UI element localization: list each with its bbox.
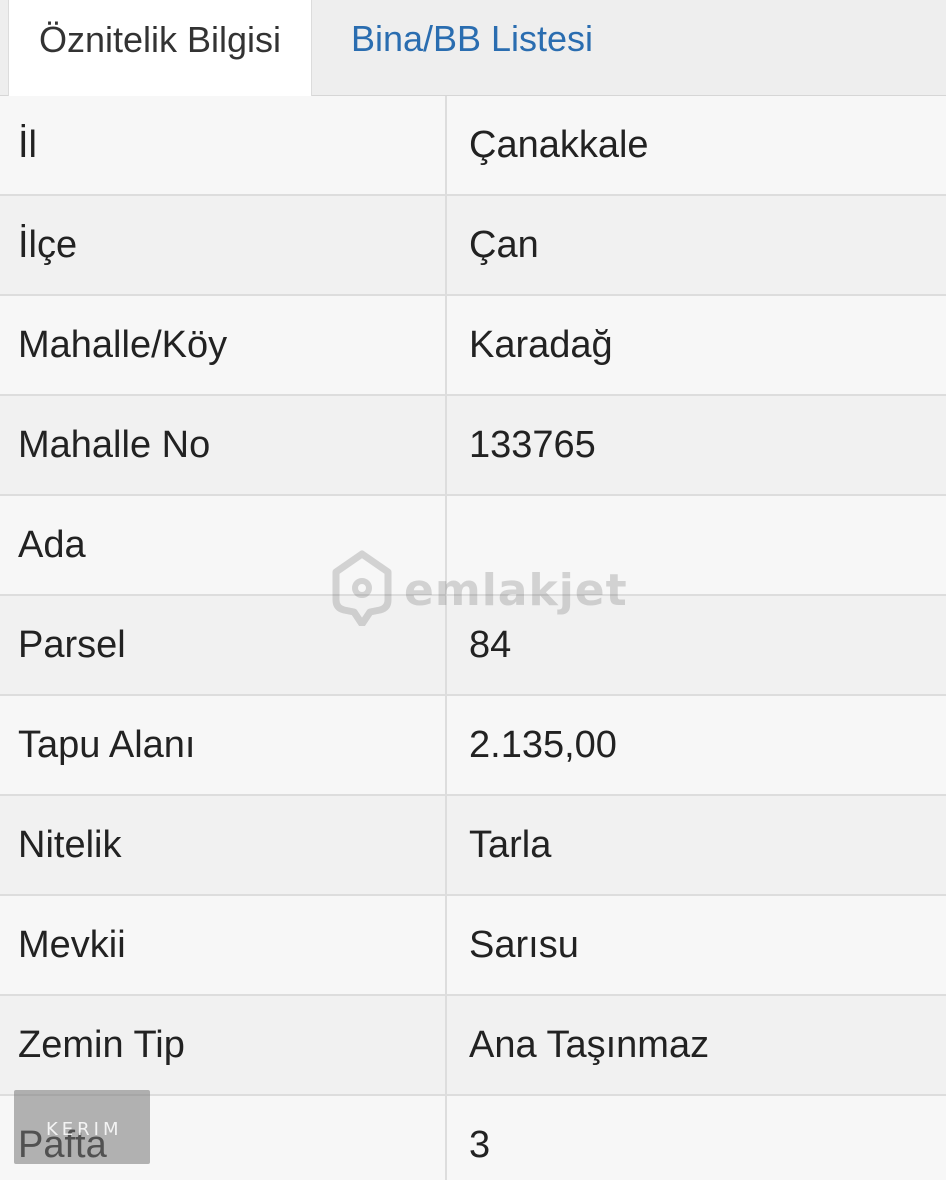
tab-label: Öznitelik Bilgisi	[38, 18, 282, 60]
row-value: 133765	[469, 423, 596, 466]
row-key: İl	[0, 96, 447, 194]
table-row: Mahalle No 133765	[0, 396, 946, 496]
row-value: Çan	[469, 223, 539, 266]
row-key: Ada	[0, 496, 447, 594]
row-value: 3	[469, 1123, 491, 1166]
row-value: Ana Taşınmaz	[469, 1023, 710, 1066]
row-value: 84	[469, 623, 512, 666]
table-row: Mevkii Sarısu	[0, 896, 946, 996]
table-row: Parsel 84	[0, 596, 946, 696]
row-key: Tapu Alanı	[0, 696, 447, 794]
row-key: Zemin Tip	[0, 996, 447, 1094]
row-value: Sarısu	[469, 923, 579, 966]
tab-bina-bb-listesi[interactable]: Bina/BB Listesi	[312, 0, 632, 96]
row-key: Mahalle/Köy	[0, 296, 447, 394]
table-row: Ada	[0, 496, 946, 596]
row-value: Çanakkale	[469, 123, 649, 166]
table-row: Mahalle/Köy Karadağ	[0, 296, 946, 396]
row-value	[447, 496, 946, 594]
row-value: Tarla	[469, 823, 552, 866]
table-row: İlçe Çan	[0, 196, 946, 296]
tab-bar: Öznitelik Bilgisi Bina/BB Listesi	[0, 0, 946, 97]
tab-oznitelik-bilgisi[interactable]: Öznitelik Bilgisi	[8, 0, 312, 97]
table-row: İl Çanakkale	[0, 96, 946, 196]
svg-text:KERIM: KERIM	[46, 1119, 123, 1140]
row-value: Karadağ	[469, 323, 613, 366]
table-row: Nitelik Tarla	[0, 796, 946, 896]
tab-label: Bina/BB Listesi	[350, 18, 594, 59]
table-row: Tapu Alanı 2.135,00	[0, 696, 946, 796]
table-row: Zemin Tip Ana Taşınmaz	[0, 996, 946, 1096]
row-key: Mevkii	[0, 896, 447, 994]
row-key: Parsel	[0, 596, 447, 694]
row-value: 2.135,00	[469, 723, 617, 766]
stamp-logo: KERIM	[14, 1090, 150, 1164]
attribute-table: İl Çanakkale İlçe Çan Mahalle/Köy Karada…	[0, 96, 946, 1180]
page: Öznitelik Bilgisi Bina/BB Listesi İl Çan…	[0, 0, 946, 1180]
row-key: İlçe	[0, 196, 447, 294]
row-key: Nitelik	[0, 796, 447, 894]
row-key: Mahalle No	[0, 396, 447, 494]
